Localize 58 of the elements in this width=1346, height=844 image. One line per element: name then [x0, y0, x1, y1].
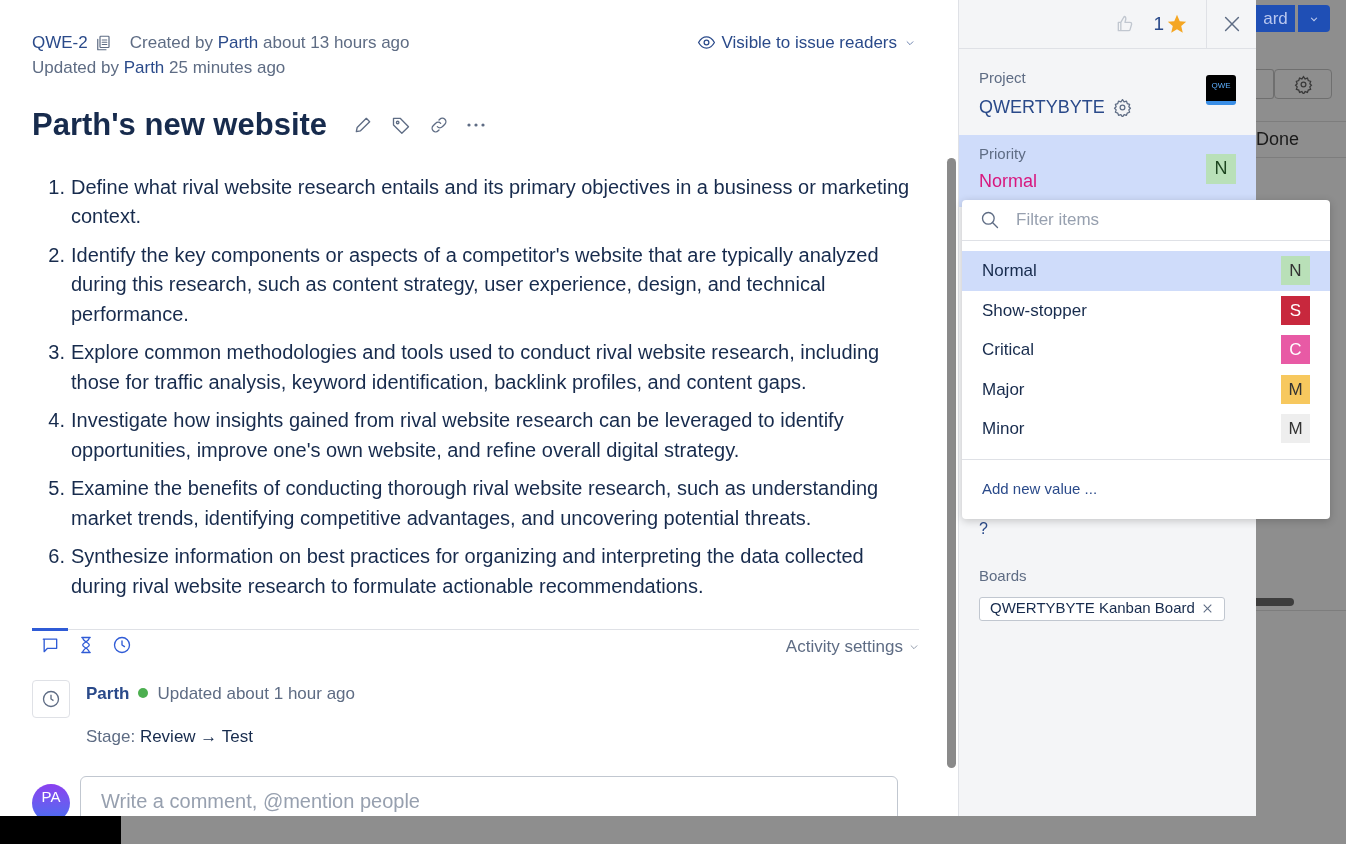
field-label: Project [979, 68, 1027, 88]
comment-field[interactable]: Write a comment, @mention people [80, 775, 898, 816]
activity-settings-button[interactable]: Activity settings [785, 634, 919, 660]
priority-option[interactable]: Critical C [962, 330, 1330, 370]
filter-field[interactable]: Filter items [1016, 207, 1312, 233]
scrollbar[interactable] [1256, 598, 1294, 606]
settings-icon [1112, 97, 1132, 117]
issue-title: Parth's new website [32, 106, 328, 144]
list-number: 5. [47, 476, 66, 501]
board-button[interactable]: ard [1256, 5, 1295, 32]
more-icon[interactable] [467, 123, 486, 128]
list-text: Explore common methodologies and tools used to conduct rival website research, including those for traffic analysis, keyword identification, backlink profiles, and content gaps. [71, 340, 881, 395]
priority-badge: M [1281, 414, 1310, 444]
list-number: 6. [47, 544, 66, 569]
list-text: Define what rival website research entails and its primary objectives in a business or marketing context. [71, 174, 911, 229]
star-icon[interactable] [1166, 13, 1188, 35]
user-avatar: PA [32, 783, 70, 816]
column-header: Done [1256, 128, 1300, 151]
list-text: Investigate how insights gained from rival website research can be leveraged to identify opportunities, improve one's own website, and refine overall digital strategy. [71, 408, 845, 463]
list-text: Identify the key components or aspects of a competitor's website that are typically analyzed during this research, such as content strategy, user experience, design, and technical performance. [71, 242, 880, 327]
priority-option[interactable]: Show-stopper S [962, 290, 1330, 330]
list-text: Examine the benefits of conducting thorough rival website research, such as understanding market trends, identifying competitive advantages, and uncovering potential threats. [71, 476, 880, 531]
add-value-link[interactable]: Add new value ... [982, 477, 1098, 501]
list-number: 1. [47, 174, 66, 200]
project-link[interactable]: QWERTYBYTE [979, 93, 1105, 121]
list-number: 3. [47, 340, 66, 365]
author-link[interactable]: Parth [86, 680, 130, 706]
tag-icon [391, 115, 412, 136]
field-label: Boards [979, 566, 1028, 586]
updated-text: Updated by Parth 25 minutes ago [32, 57, 287, 79]
priority-option[interactable]: Minor M [962, 409, 1330, 449]
priority-badge: C [1281, 335, 1310, 365]
search-icon [980, 210, 1000, 230]
vote-count: 1 [1153, 11, 1164, 36]
board-tag: QWERTYBYTE Kanban Board [979, 596, 1225, 621]
history-entry-icon [32, 679, 70, 718]
priority-option[interactable]: Normal N [962, 251, 1330, 291]
priority-badge: N [1206, 153, 1236, 184]
issue-id-link[interactable]: QWE-2 [32, 30, 88, 55]
visibility-button[interactable]: Visible to issue readers [696, 30, 915, 56]
priority-badge: M [1281, 374, 1310, 404]
list-number: 2. [47, 242, 66, 268]
project-logo: QWE [1206, 75, 1236, 105]
created-text: Created by Parth about 13 hours ago [129, 32, 410, 54]
settings-icon [1293, 74, 1313, 94]
clock-icon [112, 634, 132, 655]
priority-option[interactable]: Major M [962, 369, 1330, 409]
settings-button[interactable] [1274, 69, 1332, 99]
list-text: Synthesize information on best practices for organizing and interpreting the data collected during rival website research to formulate actionable recommendations. [71, 544, 865, 599]
priority-badge: S [1281, 295, 1310, 325]
list-number: 4. [47, 408, 66, 433]
field-label: Priority [979, 143, 1027, 164]
scrollbar[interactable] [947, 158, 956, 768]
change-text: Stage: Review → Test [86, 727, 253, 746]
entry-time: Updated about 1 hour ago [157, 682, 356, 705]
priority-badge: N [1281, 256, 1310, 286]
priority-value[interactable]: Normal [979, 168, 1037, 195]
field-value: ? [979, 521, 988, 537]
